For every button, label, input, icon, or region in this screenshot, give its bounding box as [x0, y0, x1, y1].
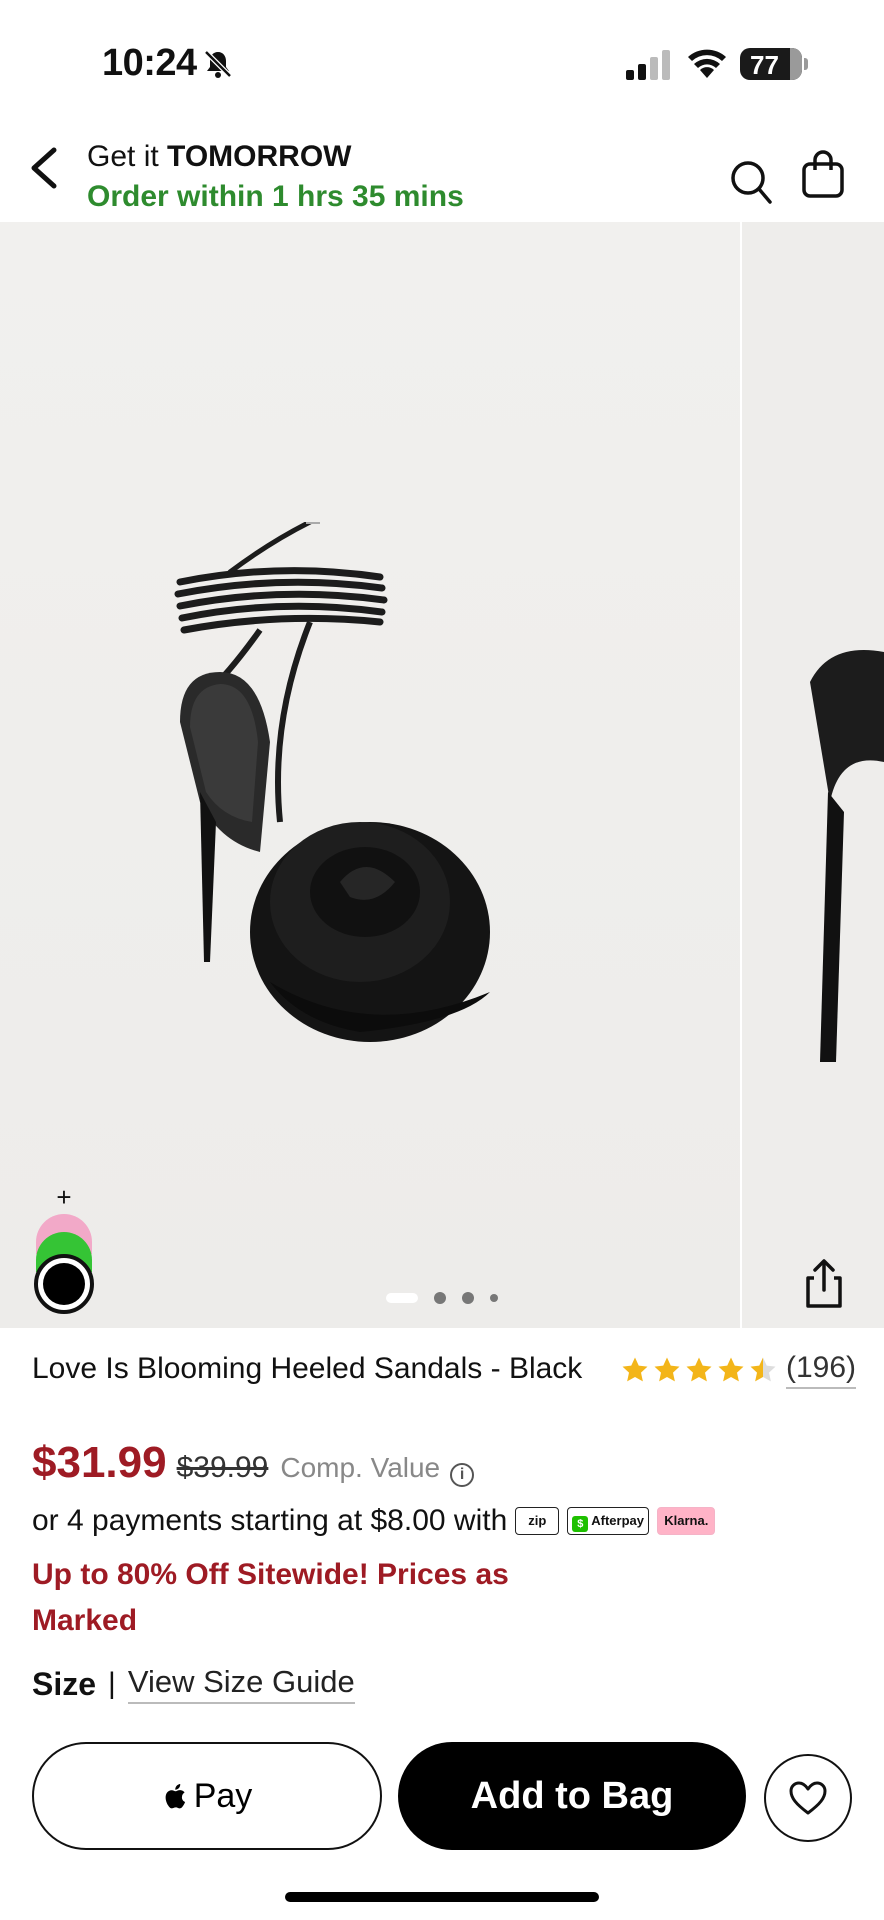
wishlist-button[interactable]	[764, 1754, 852, 1842]
product-gallery[interactable]: +	[0, 222, 884, 1328]
product-image-main[interactable]	[0, 222, 740, 1328]
product-title: Love Is Blooming Heeled Sandals - Black	[32, 1352, 583, 1385]
share-icon[interactable]	[800, 1258, 848, 1310]
order-countdown: Order within 1 hrs 35 mins	[87, 180, 464, 213]
chevron-left-icon[interactable]	[24, 142, 68, 194]
product-header: Get it TOMORROW Order within 1 hrs 35 mi…	[0, 120, 884, 220]
star-full-icon	[622, 1357, 648, 1382]
original-price: $39.99	[176, 1451, 269, 1484]
afterpay-label: Afterpay	[591, 1513, 645, 1528]
heart-icon	[789, 1781, 827, 1815]
product-rating[interactable]: (196)	[620, 1350, 857, 1390]
info-icon[interactable]: i	[450, 1463, 475, 1487]
installments-text: or 4 payments starting at $8.00 with	[32, 1504, 508, 1537]
product-image-next[interactable]	[742, 222, 884, 1328]
bell-slash-icon	[204, 50, 232, 78]
zip-badge[interactable]: zip	[515, 1507, 560, 1535]
apple-pay-label: Pay	[193, 1776, 253, 1815]
size-separator: |	[108, 1667, 116, 1700]
cash-app-icon: $	[572, 1516, 589, 1532]
pagination-dot[interactable]	[462, 1292, 474, 1304]
pagination-dot[interactable]	[490, 1294, 498, 1302]
sale-price: $31.99	[32, 1438, 167, 1487]
purchase-actions: Pay Add to Bag	[0, 1742, 884, 1852]
apple-icon	[165, 1784, 185, 1809]
signal-icon	[626, 50, 670, 80]
rating-stars	[620, 1355, 778, 1385]
size-label: Size	[32, 1665, 97, 1702]
status-time: 10:24	[102, 42, 197, 84]
installments-row[interactable]: or 4 payments starting at $8.00 with zip…	[32, 1504, 716, 1538]
star-full-icon	[718, 1357, 744, 1382]
pagination-dot-active[interactable]	[386, 1293, 418, 1303]
star-full-icon	[654, 1357, 680, 1382]
delivery-get-it: Get it	[87, 140, 159, 173]
star-full-icon	[686, 1357, 712, 1382]
shopping-bag-icon[interactable]	[800, 150, 846, 200]
product-photo-sandal	[174, 522, 490, 1042]
product-photo-sandal-side	[810, 650, 884, 1062]
gallery-pagination	[386, 1290, 506, 1306]
status-bar: 10:24 77	[0, 0, 884, 120]
comp-value-label: Comp. Value	[280, 1452, 441, 1483]
battery-level: 77	[750, 50, 779, 80]
wifi-icon	[688, 49, 726, 78]
promo-banner: Up to 80% Off Sitewide! Prices as Marked	[32, 1558, 509, 1637]
battery-icon: 77	[740, 48, 808, 80]
apple-pay-button[interactable]: Pay	[32, 1742, 382, 1850]
review-count-link[interactable]: (196)	[786, 1351, 857, 1389]
price-row: $31.99 $39.99 Comp. Value i	[32, 1438, 475, 1488]
klarna-badge[interactable]: Klarna.	[657, 1507, 716, 1535]
add-to-bag-button[interactable]: Add to Bag	[398, 1742, 746, 1850]
star-half-icon	[750, 1357, 776, 1382]
home-indicator	[285, 1892, 599, 1902]
pagination-dot[interactable]	[434, 1292, 446, 1304]
delivery-day: TOMORROW	[167, 140, 352, 173]
color-swatches: +	[32, 1184, 96, 1328]
search-icon[interactable]	[728, 158, 774, 208]
size-guide-link[interactable]: View Size Guide	[127, 1664, 355, 1704]
afterpay-badge[interactable]: $ Afterpay	[567, 1507, 650, 1535]
more-colors-button[interactable]: +	[50, 1184, 78, 1212]
swatch-black-selected[interactable]	[34, 1254, 94, 1314]
delivery-info: Get it TOMORROW Order within 1 hrs 35 mi…	[87, 140, 464, 214]
size-row: Size | View Size Guide	[32, 1664, 355, 1704]
